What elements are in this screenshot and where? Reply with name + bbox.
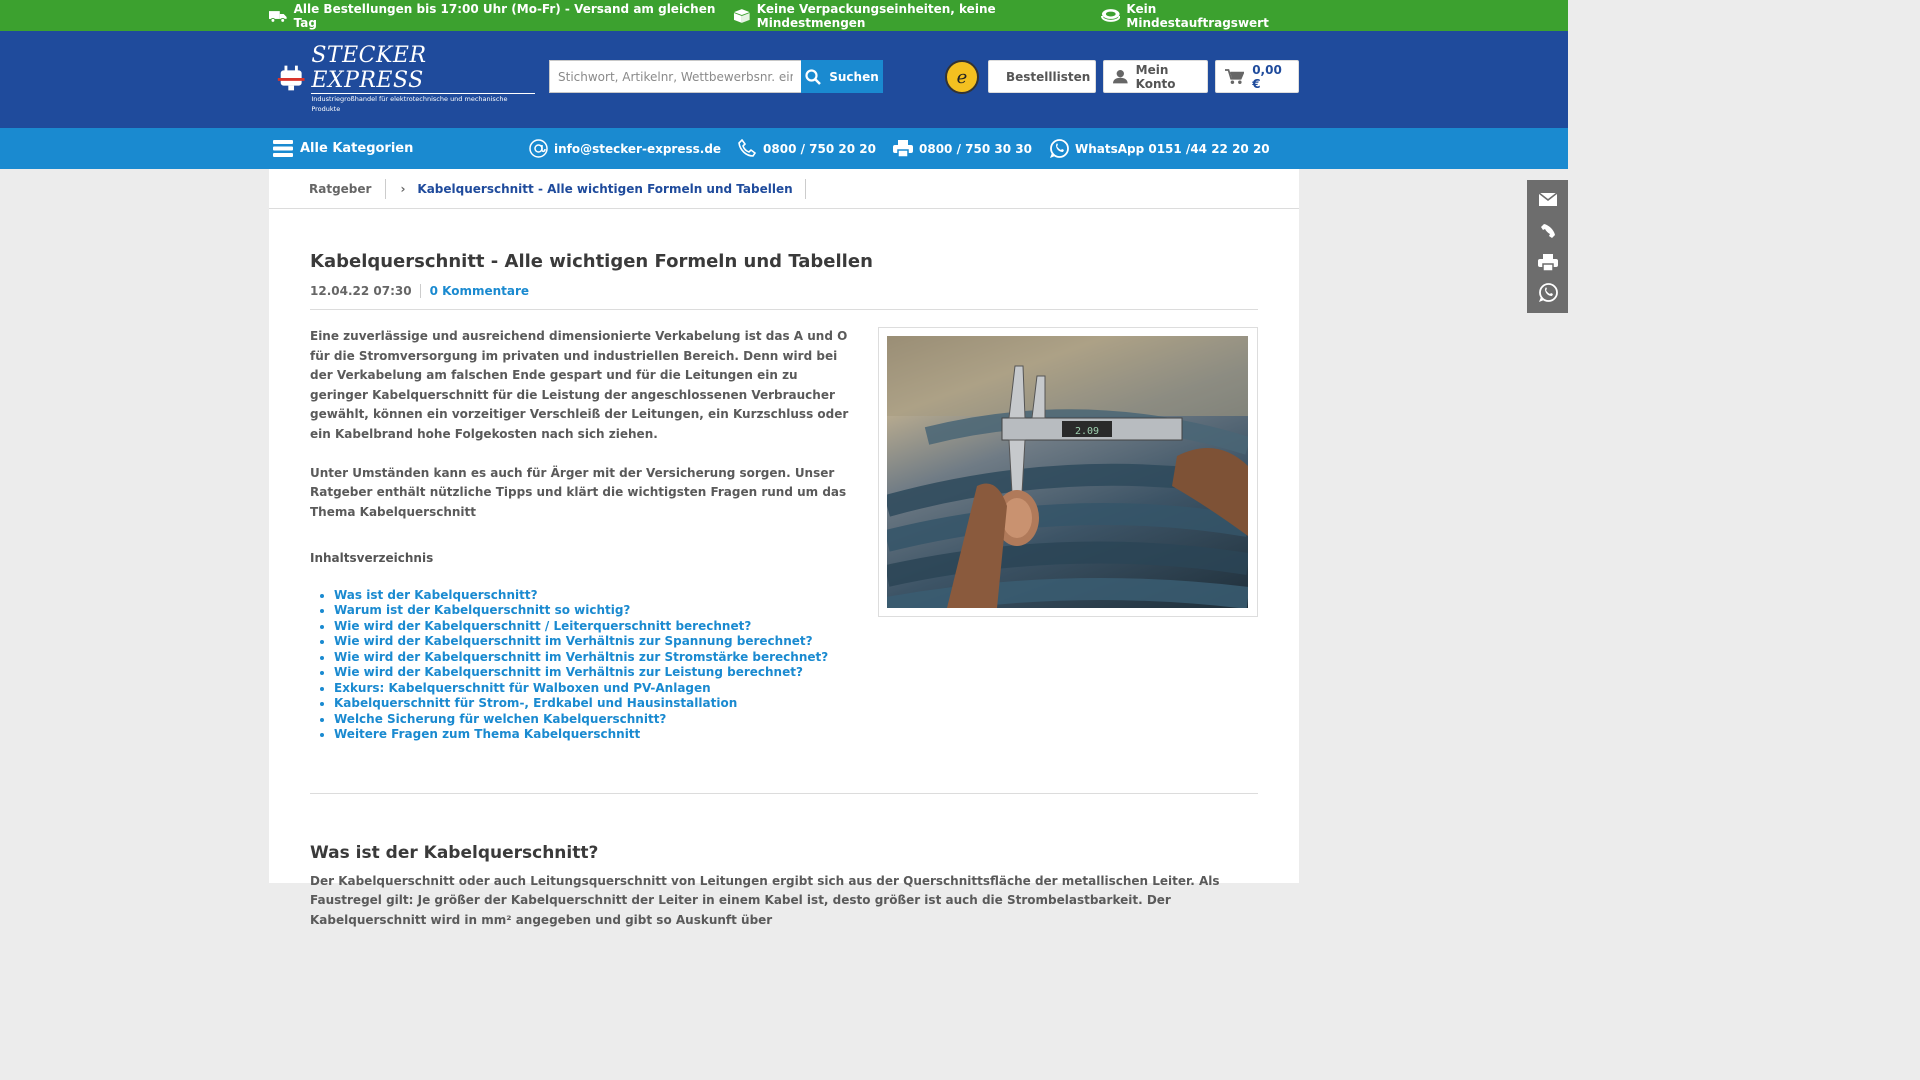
phone-icon [738, 139, 757, 157]
trusted-shops-badge[interactable]: e [945, 60, 979, 94]
article-date: 12.04.22 07:30 [310, 284, 421, 298]
sidebar-phone-button[interactable] [1527, 216, 1568, 246]
toc-link-9[interactable]: Welche Sicherung für welchen Kabelquersc… [334, 712, 666, 726]
logo[interactable]: STECKER EXPRESS Industriegroßhandel für … [275, 43, 535, 113]
whatsapp-label: WhatsApp 0151 /44 22 20 20 [1074, 141, 1270, 156]
whatsapp-icon [1538, 283, 1558, 303]
toc-item: Weitere Fragen zum Thema Kabelquerschnit… [334, 727, 855, 743]
toc-link-5[interactable]: Wie wird der Kabelquerschnitt im Verhält… [334, 650, 828, 664]
mail-icon [1538, 193, 1557, 207]
logo-subtitle: Industriegroßhandel für elektrotechnisch… [311, 94, 508, 113]
toc-link-2[interactable]: Warum ist der Kabelquerschnitt so wichti… [334, 603, 630, 617]
usp-min-order: Kein Mindestauftragswert [1100, 1, 1299, 30]
breadcrumb-ratgeber[interactable]: Ratgeber [309, 178, 387, 199]
whatsapp-icon [1049, 138, 1069, 158]
toc-link-4[interactable]: Wie wird der Kabelquerschnitt im Verhält… [334, 634, 813, 648]
article-image-frame: 2.09 [878, 327, 1258, 617]
email-link[interactable]: info@stecker-express.de [529, 139, 721, 158]
article-meta: 12.04.22 07:30 0 Kommentare [310, 284, 1258, 310]
breadcrumb: Ratgeber › Kabelquerschnitt - Alle wicht… [269, 169, 1299, 209]
phone-link[interactable]: 0800 / 750 20 20 [738, 139, 876, 158]
floating-contact-sidebar [1527, 180, 1568, 313]
intro-paragraph-1: Eine zuverlässige und ausreichend dimens… [310, 329, 849, 441]
phone-icon [1540, 223, 1555, 238]
fax-label: 0800 / 750 30 30 [919, 141, 1032, 156]
section-text-was-ist: Der Kabelquerschnitt oder auch Leitungsq… [310, 873, 1220, 927]
usp-packaging: Keine Verpackungseinheiten, keine Mindes… [733, 2, 1101, 30]
caliper-cable-illustration: 2.09 [887, 336, 1248, 608]
article-intro: Eine zuverlässige und ausreichend dimens… [310, 327, 1258, 743]
toc-item: Was ist der Kabelquerschnitt? [334, 588, 855, 604]
order-lists-label: Bestelllisten [1006, 69, 1091, 84]
search-icon [805, 68, 822, 85]
toc-item: Wie wird der Kabelquerschnitt im Verhält… [334, 634, 855, 650]
cart-total: 0,00 € [1252, 62, 1282, 91]
toc-item: Welche Sicherung für welchen Kabelquersc… [334, 712, 855, 728]
search-button-label: Suchen [829, 69, 879, 84]
table-of-contents: Was ist der Kabelquerschnitt? Warum ist … [334, 588, 855, 743]
account-button[interactable]: Mein Konto [1103, 60, 1208, 93]
section-title-was-ist: Was ist der Kabelquerschnitt? [310, 842, 599, 863]
coins-icon [1100, 9, 1121, 22]
fax-icon [1537, 253, 1558, 271]
contact-bar: info@stecker-express.de 0800 / 750 20 20… [529, 138, 1270, 159]
breadcrumb-current[interactable]: Kabelquerschnitt - Alle wichtigen Formel… [417, 178, 806, 199]
menu-icon [273, 140, 293, 157]
intro-paragraph-2: Unter Umständen kann es auch für Ärger m… [310, 465, 847, 519]
plug-logo-icon [277, 65, 305, 91]
breadcrumb-separator-icon: › [400, 181, 406, 196]
logo-title: STECKER EXPRESS [311, 43, 535, 94]
usp-bar: Alle Bestellungen bis 17:00 Uhr (Mo-Fr) … [0, 0, 1568, 31]
whatsapp-link[interactable]: WhatsApp 0151 /44 22 20 20 [1049, 138, 1270, 159]
all-categories-label: Alle Kategorien [300, 141, 414, 156]
article-page: Ratgeber › Kabelquerschnitt - Alle wicht… [269, 169, 1299, 927]
phone-label: 0800 / 750 20 20 [763, 141, 876, 156]
toc-heading: Inhaltsverzeichnis [310, 551, 434, 565]
search-button[interactable]: Suchen [801, 60, 883, 93]
toc-link-8[interactable]: Kabelquerschnitt für Strom-, Erdkabel un… [334, 696, 737, 710]
usp-packaging-text: Keine Verpackungseinheiten, keine Mindes… [756, 1, 996, 30]
main-nav: Alle Kategorien info@stecker-express.de … [0, 128, 1568, 169]
account-label: Mein Konto [1135, 62, 1176, 91]
site-header: STECKER EXPRESS Industriegroßhandel für … [0, 31, 1568, 128]
at-icon [529, 139, 548, 158]
usp-min-order-text: Kein Mindestauftragswert [1126, 1, 1269, 30]
toc-link-1[interactable]: Was ist der Kabelquerschnitt? [334, 588, 538, 602]
user-icon [1113, 70, 1128, 84]
email-label: info@stecker-express.de [554, 141, 722, 156]
section-divider [310, 792, 1258, 794]
toc-link-10[interactable]: Weitere Fragen zum Thema Kabelquerschnit… [334, 727, 640, 741]
truck-icon [269, 10, 287, 23]
order-lists-button[interactable]: Bestelllisten [988, 60, 1096, 93]
caliper-display: 2.09 [1075, 426, 1099, 437]
trusted-shops-letter: e [956, 66, 968, 88]
comments-link[interactable]: 0 Kommentare [421, 284, 529, 298]
box-icon [734, 9, 750, 23]
toc-link-3[interactable]: Wie wird der Kabelquerschnitt / Leiterqu… [334, 619, 751, 633]
usp-shipping: Alle Bestellungen bis 17:00 Uhr (Mo-Fr) … [269, 2, 733, 30]
toc-item: Warum ist der Kabelquerschnitt so wichti… [334, 603, 855, 619]
all-categories-menu[interactable]: Alle Kategorien [273, 140, 413, 157]
toc-item: Wie wird der Kabelquerschnitt im Verhält… [334, 665, 855, 681]
search-input[interactable] [549, 60, 801, 93]
cart-button[interactable]: 0,00 € [1215, 60, 1299, 93]
article-title: Kabelquerschnitt - Alle wichtigen Formel… [310, 251, 873, 272]
fax-link[interactable]: 0800 / 750 30 30 [893, 140, 1032, 157]
usp-shipping-text: Alle Bestellungen bis 17:00 Uhr (Mo-Fr) … [293, 1, 716, 30]
sidebar-whatsapp-button[interactable] [1527, 278, 1568, 308]
toc-item: Wie wird der Kabelquerschnitt im Verhält… [334, 650, 855, 666]
toc-item: Exkurs: Kabelquerschnitt für Walboxen un… [334, 681, 855, 697]
sidebar-fax-button[interactable] [1527, 247, 1568, 277]
search-form: Suchen [549, 60, 883, 93]
toc-link-6[interactable]: Wie wird der Kabelquerschnitt im Verhält… [334, 665, 803, 679]
caliper-cable-photo[interactable]: 2.09 [887, 336, 1248, 608]
cart-icon [1225, 68, 1245, 84]
fax-icon [893, 140, 913, 157]
toc-link-7[interactable]: Exkurs: Kabelquerschnitt für Walboxen un… [334, 681, 711, 695]
sidebar-mail-button[interactable] [1527, 185, 1568, 215]
toc-item: Wie wird der Kabelquerschnitt / Leiterqu… [334, 619, 855, 635]
toc-item: Kabelquerschnitt für Strom-, Erdkabel un… [334, 696, 855, 712]
intro-text: Eine zuverlässige und ausreichend dimens… [310, 327, 855, 743]
